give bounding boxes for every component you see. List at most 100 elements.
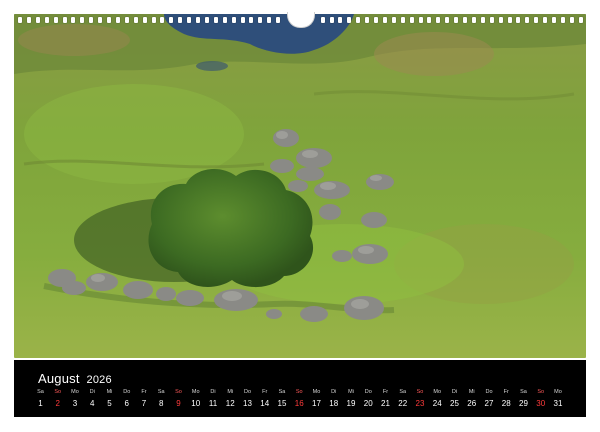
day-cell: Sa 29 <box>515 389 532 413</box>
day-cell: Sa 8 <box>153 389 170 413</box>
day-cell: Di 11 <box>205 389 222 413</box>
binding-ring <box>115 17 120 23</box>
day-of-week: Sa <box>157 389 165 395</box>
day-number: 8 <box>159 399 164 408</box>
month-year: 2026 <box>86 374 112 386</box>
binding-ring <box>160 17 165 23</box>
binding-ring <box>53 17 58 23</box>
day-cell: Fr 7 <box>136 389 153 413</box>
day-of-week: Sa <box>37 389 44 395</box>
elephant <box>62 281 86 295</box>
binding-ring <box>267 17 272 23</box>
binding-ring <box>471 17 476 23</box>
day-number: 20 <box>363 399 373 408</box>
binding-ring <box>124 17 129 23</box>
day-cell: Mo 24 <box>429 389 446 413</box>
day-of-week: Sa <box>399 389 407 395</box>
binding-ring <box>534 17 539 23</box>
day-of-week: Di <box>451 389 458 395</box>
binding-ring <box>320 17 325 23</box>
binding-ring <box>240 17 245 23</box>
elephant <box>273 129 299 147</box>
binding-ring <box>231 17 236 23</box>
day-cell: Fr 28 <box>498 389 515 413</box>
elephant <box>361 212 387 228</box>
day-of-week: Sa <box>520 389 527 395</box>
day-number: 31 <box>553 399 563 408</box>
day-cell: Do 20 <box>360 389 377 413</box>
elephant <box>296 167 324 181</box>
elephant <box>123 281 153 299</box>
day-of-week: Do <box>364 389 372 395</box>
day-of-week: Mo <box>71 389 79 395</box>
binding-ring <box>44 17 49 23</box>
binding-ring <box>62 17 67 23</box>
day-cell: Mo 31 <box>550 389 567 413</box>
elephant <box>300 306 328 322</box>
day-cell: So 9 <box>170 389 187 413</box>
binding-ring <box>418 17 423 23</box>
binding-ring <box>18 17 22 23</box>
day-of-week: Do <box>485 389 493 395</box>
binding-ring <box>347 17 352 23</box>
day-number: 1 <box>38 399 43 408</box>
binding-ring <box>187 17 192 23</box>
calendar-page: August 2026 Sa 1 So 2 Mo 3 Di 4 Mi 5 Do 6 Fr 7 Sa 8 So 9 M… <box>0 0 600 432</box>
day-of-week: So <box>295 389 303 395</box>
binding-ring <box>133 17 138 23</box>
day-number: 16 <box>294 399 304 408</box>
day-row: Sa 1 So 2 Mo 3 Di 4 Mi 5 Do 6 Fr 7 Sa 8 So 9 Mo 10 Di 11 Mi 12 D… <box>32 389 582 413</box>
day-number: 27 <box>484 399 494 408</box>
month-title: August 2026 <box>38 371 112 386</box>
day-of-week: Fr <box>262 389 268 395</box>
binding-ring <box>142 17 147 23</box>
binding-ring <box>80 17 85 23</box>
binding-ring <box>382 17 387 23</box>
elephant <box>270 159 294 173</box>
day-number: 3 <box>72 399 78 408</box>
binding-ring <box>151 17 156 23</box>
day-cell: Di 18 <box>325 389 342 413</box>
day-number: 28 <box>501 399 511 408</box>
elephant-herd-photo <box>14 14 586 358</box>
day-cell: Mo 17 <box>308 389 325 413</box>
day-cell: Di 4 <box>84 389 101 413</box>
binding-ring <box>338 17 343 23</box>
day-of-week: Fr <box>503 389 509 395</box>
day-cell: Fr 14 <box>256 389 273 413</box>
binding-ring <box>525 17 530 23</box>
photo-illustration <box>14 14 586 358</box>
day-of-week: Mo <box>433 389 442 395</box>
binding-ring <box>374 17 378 23</box>
day-number: 4 <box>90 399 95 408</box>
binding-ring <box>552 17 556 23</box>
day-of-week: So <box>416 389 424 395</box>
binding-ring <box>169 17 174 23</box>
day-of-week: Fr <box>382 389 389 395</box>
dry-grass-patch <box>18 24 130 56</box>
day-of-week: So <box>54 389 62 395</box>
binding-ring <box>427 17 432 23</box>
day-of-week: So <box>175 389 182 395</box>
day-cell: Sa 1 <box>32 389 49 413</box>
binding-ring <box>258 17 263 23</box>
day-of-week: Sa <box>278 389 286 395</box>
day-cell: Do 13 <box>239 389 256 413</box>
day-cell: So 30 <box>532 389 549 413</box>
day-number: 13 <box>243 399 252 408</box>
day-of-week: So <box>537 389 545 395</box>
binding-ring <box>463 17 467 23</box>
elephant <box>288 180 308 192</box>
day-number: 7 <box>141 399 147 408</box>
binding-ring <box>409 17 414 23</box>
binding-ring <box>196 17 200 23</box>
day-cell: Mi 5 <box>101 389 118 413</box>
day-cell: Mo 3 <box>67 389 84 413</box>
binding-ring <box>26 17 31 23</box>
day-number: 29 <box>519 399 528 408</box>
day-of-week: Mi <box>348 389 354 395</box>
day-of-week: Mo <box>191 389 200 395</box>
binding-ring <box>569 17 574 23</box>
day-of-week: Fr <box>141 389 147 395</box>
day-of-week: Di <box>89 389 95 395</box>
